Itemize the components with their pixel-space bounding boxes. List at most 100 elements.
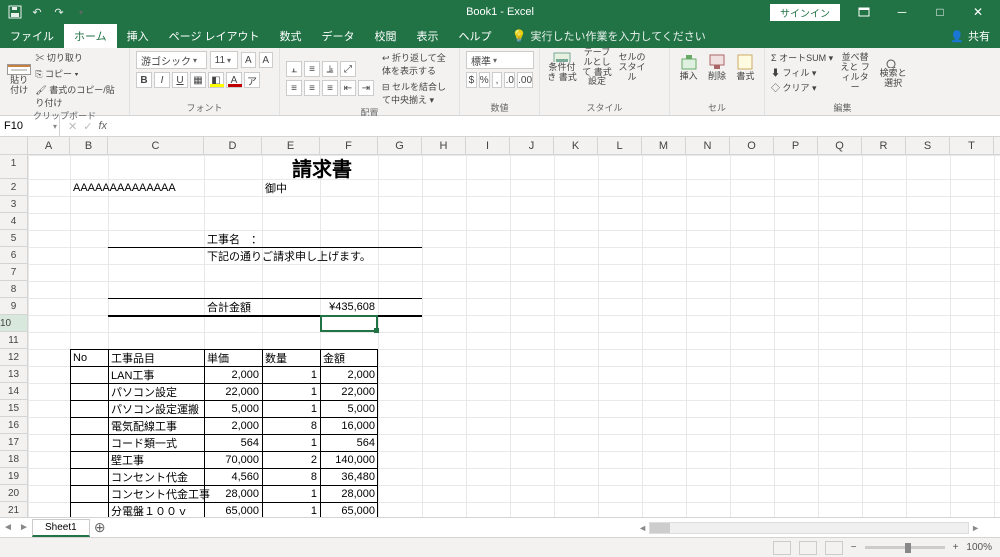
zoom-level[interactable]: 100%: [966, 542, 992, 553]
bold-button[interactable]: B: [136, 72, 152, 88]
col-head-K[interactable]: K: [554, 137, 598, 154]
ribbon-options-icon[interactable]: [850, 2, 878, 22]
font-name-select[interactable]: 游ゴシック▾: [136, 51, 207, 69]
col-head-H[interactable]: H: [422, 137, 466, 154]
row-head-2[interactable]: 2: [0, 179, 27, 196]
col-head-M[interactable]: M: [642, 137, 686, 154]
tab-file[interactable]: ファイル: [0, 24, 64, 48]
percent-icon[interactable]: %: [479, 72, 490, 88]
save-icon[interactable]: [6, 3, 24, 21]
row-head-17[interactable]: 17: [0, 434, 27, 451]
insert-cells-button[interactable]: 挿入: [676, 51, 701, 83]
sheet-tab[interactable]: Sheet1: [32, 519, 90, 537]
decimal-inc-icon[interactable]: .0: [504, 72, 515, 88]
copy-button[interactable]: ⎘ コピー ▾: [35, 67, 123, 80]
add-sheet-icon[interactable]: ⊕: [90, 519, 110, 536]
fx-icon[interactable]: fx: [98, 120, 107, 132]
row-head-7[interactable]: 7: [0, 264, 27, 281]
select-all-corner[interactable]: [0, 137, 28, 154]
number-format-select[interactable]: 標準▾: [466, 51, 534, 69]
format-cells-button[interactable]: 書式: [733, 51, 758, 83]
col-head-E[interactable]: E: [262, 137, 320, 154]
fill-color-button[interactable]: ◧: [208, 72, 224, 88]
comma-icon[interactable]: ,: [492, 72, 503, 88]
font-size-select[interactable]: 11▾: [210, 51, 238, 69]
merge-center-button[interactable]: ⊟ セルを結合して中央揃え ▾: [382, 80, 453, 106]
col-head-D[interactable]: D: [204, 137, 262, 154]
border-button[interactable]: ▦: [190, 72, 206, 88]
tab-view[interactable]: 表示: [407, 24, 449, 48]
tab-data[interactable]: データ: [312, 24, 365, 48]
col-head-G[interactable]: G: [378, 137, 422, 154]
pagebreak-view-icon[interactable]: [825, 541, 843, 555]
name-box[interactable]: F10▾: [0, 116, 60, 136]
horizontal-scrollbar[interactable]: [649, 522, 969, 534]
row-head-11[interactable]: 11: [0, 332, 27, 349]
format-painter-button[interactable]: 🖌 書式のコピー/貼り付け: [35, 83, 123, 109]
col-head-F[interactable]: F: [320, 137, 378, 154]
decimal-dec-icon[interactable]: .00: [517, 72, 533, 88]
col-head-C[interactable]: C: [108, 137, 204, 154]
sheet-nav-prev-icon[interactable]: ◄: [0, 522, 16, 533]
minimize-icon[interactable]: ─: [888, 2, 916, 22]
font-color-button[interactable]: A: [226, 72, 242, 88]
col-head-Q[interactable]: Q: [818, 137, 862, 154]
table-format-button[interactable]: テーブルとして 書式設定: [581, 51, 613, 83]
align-center-icon[interactable]: ≡: [304, 80, 320, 96]
row-head-14[interactable]: 14: [0, 383, 27, 400]
col-head-B[interactable]: B: [70, 137, 108, 154]
tab-formulas[interactable]: 数式: [270, 24, 312, 48]
tab-review[interactable]: 校閲: [365, 24, 407, 48]
row-head-15[interactable]: 15: [0, 400, 27, 417]
cell-F1[interactable]: 請求書: [282, 155, 362, 179]
tellme-box[interactable]: 💡実行したい作業を入力してください: [502, 24, 716, 48]
col-head-J[interactable]: J: [510, 137, 554, 154]
autosum-button[interactable]: Σ オートSUM ▾: [771, 51, 833, 64]
align-bottom-icon[interactable]: ⫡: [322, 61, 338, 77]
col-head-T[interactable]: T: [950, 137, 994, 154]
signin-button[interactable]: サインイン: [770, 4, 840, 21]
row-head-4[interactable]: 4: [0, 213, 27, 230]
enter-formula-icon[interactable]: ✓: [83, 120, 92, 133]
share-button[interactable]: 共有: [968, 31, 990, 43]
col-head-A[interactable]: A: [28, 137, 70, 154]
sheet-nav-next-icon[interactable]: ►: [16, 522, 32, 533]
delete-cells-button[interactable]: 削除: [704, 51, 729, 83]
undo-icon[interactable]: ↶: [28, 3, 46, 21]
cell-styles-button[interactable]: セルの スタイル: [616, 51, 648, 83]
decrease-font-icon[interactable]: A: [259, 52, 273, 68]
currency-icon[interactable]: $: [466, 72, 477, 88]
cancel-formula-icon[interactable]: ✕: [68, 120, 77, 133]
wrap-text-button[interactable]: ↩ 折り返して全体を表示する: [382, 51, 453, 77]
row-head-20[interactable]: 20: [0, 485, 27, 502]
maximize-icon[interactable]: □: [926, 2, 954, 22]
find-select-button[interactable]: 検索と 選択: [877, 57, 909, 89]
zoom-out-icon[interactable]: −: [851, 542, 857, 553]
row-head-6[interactable]: 6: [0, 247, 27, 264]
col-head-N[interactable]: N: [686, 137, 730, 154]
cell-F9[interactable]: ¥435,608: [320, 298, 378, 315]
col-head-I[interactable]: I: [466, 137, 510, 154]
indent-dec-icon[interactable]: ⇤: [340, 80, 356, 96]
tab-pagelayout[interactable]: ページ レイアウト: [159, 24, 270, 48]
pagelayout-view-icon[interactable]: [799, 541, 817, 555]
normal-view-icon[interactable]: [773, 541, 791, 555]
col-head-R[interactable]: R: [862, 137, 906, 154]
paste-button[interactable]: 貼り付け: [6, 64, 32, 96]
row-head-8[interactable]: 8: [0, 281, 27, 298]
row-head-3[interactable]: 3: [0, 196, 27, 213]
col-head-L[interactable]: L: [598, 137, 642, 154]
fill-button[interactable]: ⬇ フィル ▾: [771, 66, 833, 79]
col-head-S[interactable]: S: [906, 137, 950, 154]
row-head-21[interactable]: 21: [0, 502, 27, 517]
phonetic-button[interactable]: ア: [244, 72, 260, 88]
tab-insert[interactable]: 挿入: [117, 24, 159, 48]
row-head-12[interactable]: 12: [0, 349, 27, 366]
align-middle-icon[interactable]: ≡: [304, 61, 320, 77]
row-head-9[interactable]: 9: [0, 298, 27, 315]
cell-D6[interactable]: 下記の通りご請求申し上げます。: [204, 247, 262, 264]
row-head-19[interactable]: 19: [0, 468, 27, 485]
row-head-5[interactable]: 5: [0, 230, 27, 247]
formula-bar[interactable]: [115, 116, 1000, 136]
increase-font-icon[interactable]: A: [241, 52, 255, 68]
